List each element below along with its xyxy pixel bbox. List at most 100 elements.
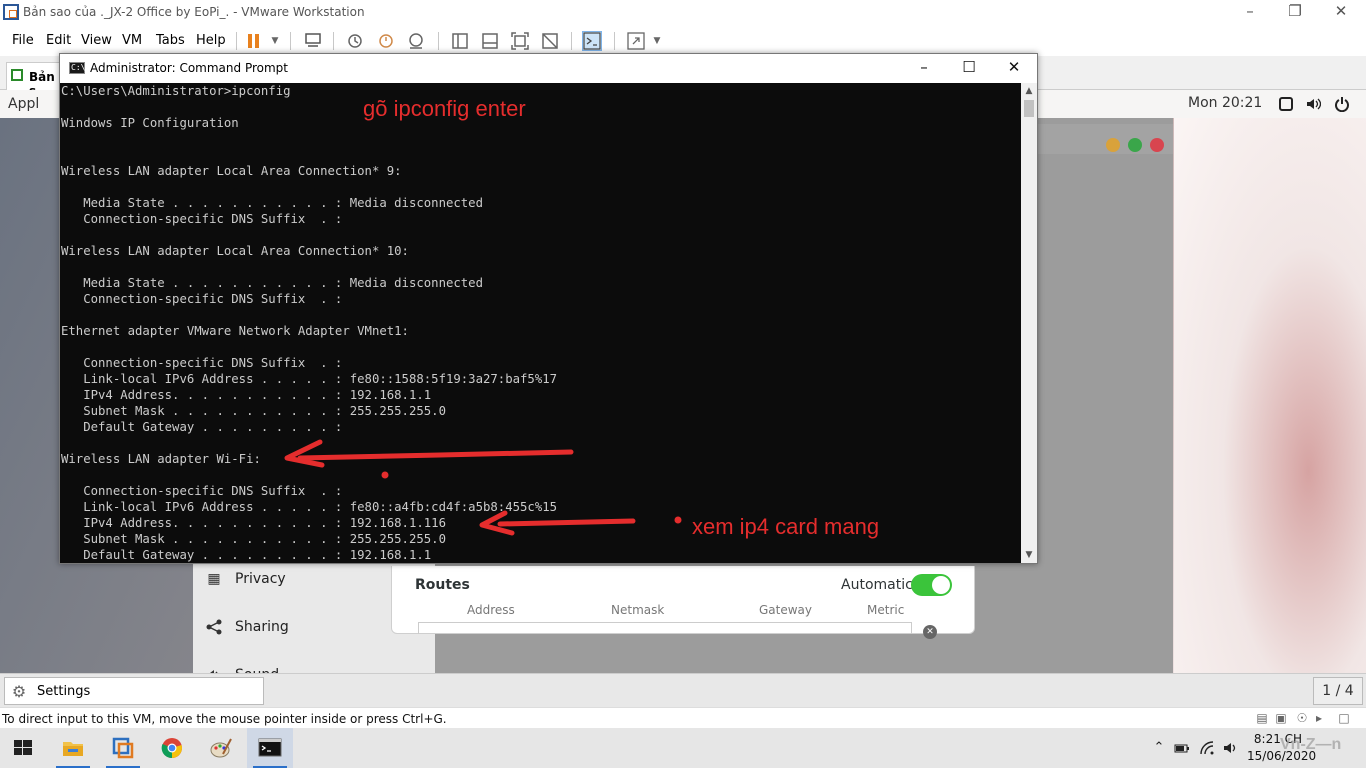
console-line: Connection-specific DNS Suffix . : (61, 356, 343, 370)
annotation-type-ipconfig: gõ ipconfig enter (363, 96, 526, 121)
vm-tab[interactable]: Bản s (6, 62, 64, 98)
cmd-maximize-button[interactable]: ☐ (946, 54, 992, 83)
scroll-up-icon[interactable]: ▲ (1021, 83, 1037, 99)
taskbar-file-explorer[interactable] (50, 728, 96, 768)
console-line: Media State . . . . . . . . . . . : Medi… (61, 276, 483, 290)
menu-help[interactable]: Help (196, 33, 226, 48)
cmd-icon (258, 738, 282, 757)
snapshot-icon[interactable] (345, 31, 365, 51)
windows-taskbar: ⌃ 8:21 CH 15/06/2020 (0, 728, 1366, 768)
vmware-app-icon (3, 4, 19, 20)
revert-snapshot-icon[interactable] (376, 31, 396, 51)
cmd-console[interactable]: C:\Users\Administrator>ipconfig Windows I… (60, 83, 1021, 563)
status-text: To direct input to this VM, move the mou… (2, 712, 447, 726)
console-line: Connection-specific DNS Suffix . : (61, 292, 343, 306)
workspace-pager[interactable]: 1 / 4 (1313, 677, 1363, 705)
console-line: Subnet Mask . . . . . . . . . . . : 255.… (61, 532, 446, 546)
power-icon[interactable] (1334, 96, 1350, 113)
console-line: Default Gateway . . . . . . . . . : 192.… (61, 548, 432, 562)
cmd-scrollbar[interactable]: ▲ ▼ (1021, 83, 1037, 563)
start-icon (14, 740, 32, 755)
minimize-button[interactable]: – (1227, 0, 1273, 24)
message-log-icon[interactable]: □ (1336, 711, 1352, 725)
screen-icon[interactable] (1278, 96, 1294, 112)
thumbnail-bar-icon[interactable] (480, 31, 500, 51)
minimize-dot-icon[interactable] (1106, 138, 1120, 152)
privacy-icon: ▦ (207, 571, 221, 587)
console-line: Subnet Mask . . . . . . . . . . . : 255.… (61, 404, 446, 418)
cmd-title: Administrator: Command Prompt (90, 61, 288, 75)
volume-icon[interactable] (1305, 96, 1322, 112)
sound-card-icon[interactable]: ▸ (1311, 711, 1327, 725)
console-view-icon[interactable] (582, 31, 602, 51)
maximize-dot-icon[interactable] (1128, 138, 1142, 152)
cmd-window-icon: C:\ (69, 62, 86, 74)
wifi-icon[interactable] (1199, 740, 1215, 756)
usb-icon[interactable]: ☉ (1294, 711, 1310, 725)
console-line: Link-local IPv6 Address . . . . . : fe80… (61, 500, 558, 514)
routes-title: Routes (415, 577, 470, 593)
chevron-up-icon[interactable]: ⌃ (1151, 740, 1167, 756)
routes-panel: Routes Automatic Address Netmask Gateway… (391, 566, 975, 639)
console-line: Connection-specific DNS Suffix . : (61, 484, 343, 498)
guest-activities[interactable]: Appl (8, 96, 39, 112)
console-line: Windows IP Configuration (61, 116, 239, 130)
delete-route-icon[interactable]: ✕ (923, 625, 937, 639)
column-gateway: Gateway (759, 603, 813, 617)
hard-disk-icon[interactable]: ▤ (1254, 711, 1270, 725)
taskbar-paint[interactable] (198, 728, 244, 768)
restore-button[interactable]: ❐ (1272, 0, 1318, 24)
stretch-guest-icon[interactable] (626, 31, 646, 51)
send-keys-icon[interactable] (303, 31, 323, 51)
sidebar-item-label: Sharing (235, 619, 289, 635)
paint-icon (210, 738, 232, 758)
console-line: Connection-specific DNS Suffix . : (61, 212, 343, 226)
show-library-icon[interactable] (450, 31, 470, 51)
taskbar-vmware[interactable] (100, 728, 146, 768)
console-line: IPv4 Address. . . . . . . . . . . : 192.… (61, 388, 432, 402)
menu-tabs[interactable]: Tabs (156, 33, 185, 48)
route-entry-row[interactable] (418, 622, 912, 634)
automatic-routes-toggle[interactable] (911, 574, 952, 596)
close-dot-icon[interactable] (1150, 138, 1164, 152)
chevron-down-icon[interactable]: ▼ (268, 31, 282, 51)
sidebar-item-label: Privacy (235, 571, 286, 587)
menu-file[interactable]: File (12, 33, 34, 48)
unity-icon[interactable] (540, 31, 560, 51)
chrome-icon (161, 738, 182, 759)
console-line: Wireless LAN adapter Wi-Fi: (61, 452, 261, 466)
vmware-window-title: Bản sao của ._JX-2 Office by EoPi_. - VM… (23, 5, 365, 19)
console-line: Ethernet adapter VMware Network Adapter … (61, 324, 409, 338)
pause-icon[interactable] (244, 31, 264, 51)
taskbar-item-settings[interactable]: ⚙ Settings (4, 677, 264, 705)
scroll-thumb[interactable] (1024, 100, 1034, 117)
scroll-down-icon[interactable]: ▼ (1021, 547, 1037, 563)
file-explorer-icon (63, 742, 83, 756)
start-button[interactable] (0, 728, 46, 768)
console-line: Default Gateway . . . . . . . . . : (61, 420, 343, 434)
taskbar-command-prompt[interactable] (247, 728, 293, 768)
menu-vm[interactable]: VM (122, 33, 142, 48)
cmd-close-button[interactable]: ✕ (991, 54, 1037, 83)
vmware-menubar: File Edit View VM Tabs Help ▼ ▼ (0, 26, 1366, 54)
battery-icon[interactable] (1174, 740, 1190, 756)
taskbar-item-label: Settings (37, 684, 91, 699)
chevron-down-icon[interactable]: ▼ (650, 31, 664, 51)
menu-view[interactable]: View (81, 33, 112, 48)
taskbar-chrome[interactable] (149, 728, 195, 768)
volume-icon[interactable] (1222, 740, 1238, 756)
gear-icon: ⚙ (11, 682, 27, 701)
column-metric: Metric (867, 603, 905, 617)
vmware-titlebar: Bản sao của ._JX-2 Office by EoPi_. - VM… (0, 0, 1366, 26)
menu-edit[interactable]: Edit (46, 33, 71, 48)
cmd-titlebar[interactable]: C:\ Administrator: Command Prompt – ☐ ✕ (60, 54, 1037, 83)
close-button[interactable]: ✕ (1318, 0, 1364, 24)
full-screen-icon[interactable] (510, 31, 530, 51)
console-line: Media State . . . . . . . . . . . : Medi… (61, 196, 483, 210)
cmd-minimize-button[interactable]: – (901, 54, 947, 83)
guest-clock[interactable]: Mon 20:21 (1188, 95, 1262, 111)
snapshot-manager-icon[interactable] (406, 31, 426, 51)
console-line: Wireless LAN adapter Local Area Connecti… (61, 244, 409, 258)
network-adapter-icon[interactable]: ▣ (1273, 711, 1289, 725)
command-prompt-window: C:\ Administrator: Command Prompt – ☐ ✕ … (59, 53, 1038, 564)
